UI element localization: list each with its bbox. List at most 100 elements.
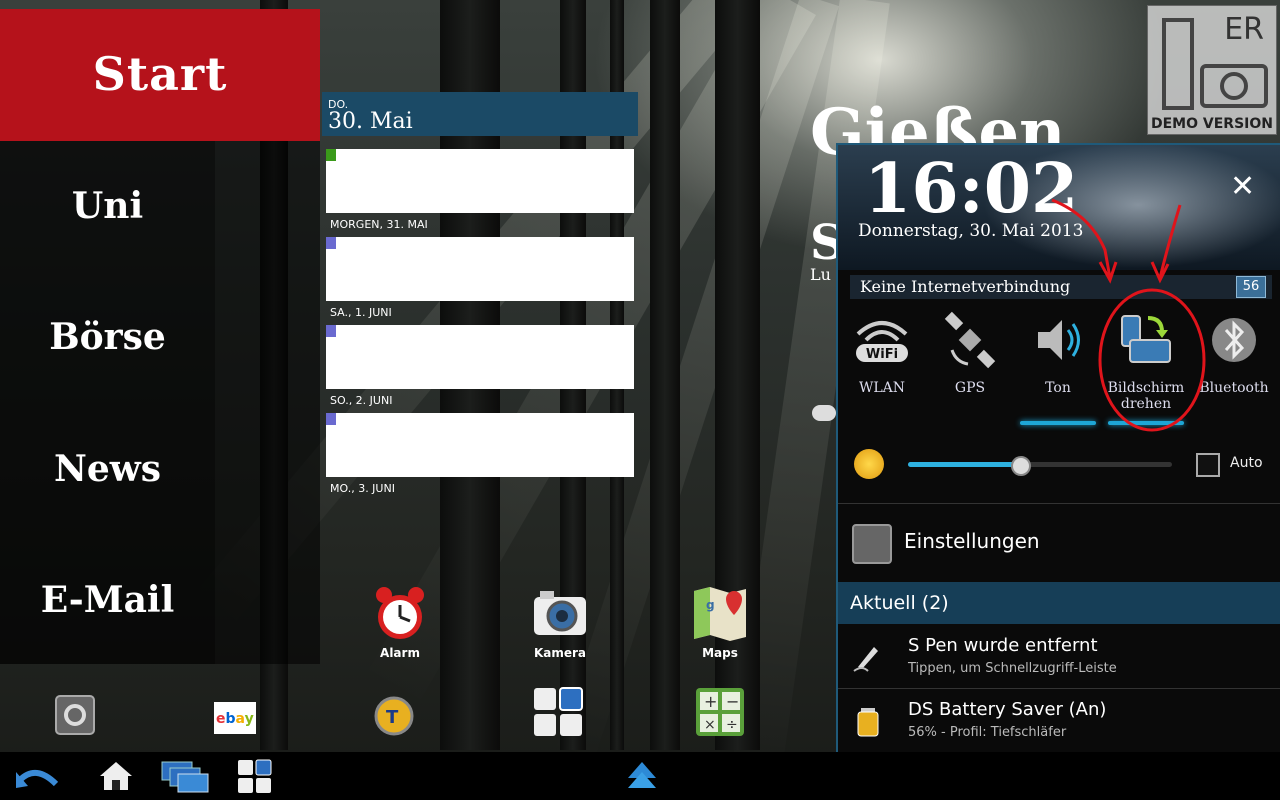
dock-settings-t[interactable]: T bbox=[370, 690, 422, 738]
calendar-header[interactable]: DO. 30. Mai bbox=[322, 92, 638, 136]
back-icon bbox=[16, 770, 59, 788]
calendar-color-marker bbox=[326, 237, 336, 249]
network-status-bar: Keine Internetverbindung 56 bbox=[850, 275, 1272, 299]
settings-row[interactable]: Einstellungen bbox=[838, 505, 1280, 579]
widget-grid-icon bbox=[534, 687, 583, 736]
system-nav-bar bbox=[0, 752, 1280, 800]
svg-text:+: + bbox=[704, 692, 717, 711]
toggle-active-indicator bbox=[1020, 421, 1096, 425]
weather-partial-text: Lu bbox=[810, 265, 831, 284]
notification-title: S Pen wurde entfernt bbox=[908, 635, 1098, 656]
svg-text:÷: ÷ bbox=[726, 717, 738, 733]
calendar-day-label: MORGEN, 31. MAI bbox=[330, 218, 428, 231]
toggle-label: Ton bbox=[1045, 380, 1071, 396]
recent-apps-button[interactable] bbox=[160, 758, 214, 794]
dock-calculator[interactable]: + − × ÷ bbox=[694, 686, 746, 736]
close-icon[interactable]: ✕ bbox=[1230, 169, 1255, 204]
calendar-color-marker bbox=[326, 413, 336, 425]
back-button[interactable] bbox=[14, 758, 59, 794]
brightness-slider[interactable] bbox=[908, 456, 1172, 476]
menu-item-email[interactable]: E-Mail bbox=[0, 579, 215, 621]
app-maps[interactable]: g Maps bbox=[675, 583, 765, 660]
toggle-bluetooth[interactable]: Bluetooth bbox=[1190, 310, 1278, 425]
toggle-label: Bildschirm drehen bbox=[1107, 380, 1185, 412]
demo-version-badge: ER DEMO VERSION bbox=[1147, 5, 1277, 135]
notification-item[interactable]: S Pen wurde entfernt Tippen, um Schnellz… bbox=[838, 625, 1280, 687]
speaker-icon bbox=[1038, 320, 1080, 360]
panel-date: Donnerstag, 30. Mai 2013 bbox=[858, 221, 1084, 241]
auto-brightness-checkbox[interactable] bbox=[1196, 453, 1220, 477]
calendar-day-label: SO., 2. JUNI bbox=[330, 394, 393, 407]
menu-item-start-label: Start bbox=[92, 47, 228, 101]
svg-text:WiFi: WiFi bbox=[866, 347, 898, 362]
gear-icon bbox=[852, 524, 892, 564]
calendar-event-card[interactable] bbox=[326, 325, 634, 389]
toggle-ton[interactable]: Ton bbox=[1014, 310, 1102, 425]
grid-icon bbox=[238, 759, 272, 793]
alarm-clock-icon bbox=[376, 587, 424, 639]
divider bbox=[838, 503, 1280, 504]
app-alarm[interactable]: Alarm bbox=[355, 583, 445, 660]
recent-apps-icon bbox=[161, 761, 209, 793]
home-button[interactable] bbox=[96, 758, 136, 794]
calendar-color-marker bbox=[326, 149, 336, 161]
dock-ebay[interactable]: ebay bbox=[212, 698, 264, 746]
brightness-slider-knob[interactable] bbox=[1010, 456, 1031, 476]
pen-icon bbox=[853, 647, 878, 672]
settings-folder-icon bbox=[55, 695, 95, 735]
svg-text:ebay: ebay bbox=[216, 711, 254, 727]
svg-text:T: T bbox=[386, 707, 399, 728]
aktuell-header: Aktuell (2) bbox=[838, 582, 1280, 624]
notification-subtitle: 56% - Profil: Tiefschläfer bbox=[908, 725, 1067, 740]
satellite-icon bbox=[944, 311, 996, 369]
notification-item[interactable]: DS Battery Saver (An) 56% - Profil: Tief… bbox=[838, 689, 1280, 751]
app-label: Maps bbox=[702, 646, 738, 660]
svg-text:g: g bbox=[706, 598, 715, 612]
menu-item-start[interactable]: Start bbox=[0, 9, 320, 141]
aktuell-title: Aktuell (2) bbox=[850, 592, 949, 614]
grid-button[interactable] bbox=[234, 758, 274, 794]
app-kamera[interactable]: Kamera bbox=[515, 583, 605, 660]
notification-title: DS Battery Saver (An) bbox=[908, 699, 1107, 720]
notification-panel: 16:02 Donnerstag, 30. Mai 2013 ✕ Keine I… bbox=[836, 143, 1280, 753]
calendar-event-card[interactable] bbox=[326, 149, 634, 213]
demo-version-label: DEMO VERSION bbox=[1151, 116, 1273, 132]
toggle-active-indicator bbox=[1108, 421, 1184, 425]
weather-cloud-icon bbox=[812, 405, 836, 421]
auto-brightness-label: Auto bbox=[1230, 455, 1263, 471]
screen-rotate-icon bbox=[1121, 315, 1171, 363]
demo-camera-icon bbox=[1162, 18, 1268, 110]
home-icon bbox=[100, 762, 132, 790]
calendar-day-label: SA., 1. JUNI bbox=[330, 306, 392, 319]
ebay-icon: ebay bbox=[214, 702, 256, 734]
calendar-event-card[interactable] bbox=[326, 413, 634, 477]
app-label: Alarm bbox=[380, 646, 420, 660]
dock-widget-grid[interactable] bbox=[532, 686, 584, 736]
bluetooth-icon bbox=[1212, 318, 1256, 362]
dock-settings-folder[interactable] bbox=[50, 690, 102, 738]
notification-subtitle: Tippen, um Schnellzugriff-Leiste bbox=[908, 661, 1117, 676]
brightness-control: Auto bbox=[850, 445, 1270, 489]
up-arrow-icon bbox=[628, 762, 656, 788]
battery-icon bbox=[857, 708, 879, 737]
calendar-event-card[interactable] bbox=[326, 237, 634, 301]
toggle-gps[interactable]: GPS bbox=[926, 310, 1014, 425]
menu-item-news[interactable]: News bbox=[0, 448, 215, 490]
network-badge: 56 bbox=[1236, 276, 1266, 298]
maps-icon: g bbox=[694, 587, 746, 641]
settings-label: Einstellungen bbox=[904, 529, 1040, 553]
app-label: Kamera bbox=[533, 646, 587, 660]
toggle-wlan[interactable]: WiFi WLAN bbox=[838, 310, 926, 425]
panel-clock: 16:02 bbox=[864, 149, 1079, 229]
calculator-icon: + − × ÷ bbox=[696, 688, 744, 736]
network-status-text: Keine Internetverbindung bbox=[860, 277, 1071, 296]
settings-t-icon: T bbox=[374, 696, 414, 736]
toggle-screen-rotation[interactable]: Bildschirm drehen bbox=[1102, 310, 1190, 425]
brightness-slider-fill bbox=[908, 462, 1019, 467]
expand-button[interactable] bbox=[622, 758, 662, 794]
sun-icon bbox=[854, 449, 884, 479]
menu-item-boerse[interactable]: Börse bbox=[0, 316, 215, 358]
calendar-color-marker bbox=[326, 325, 336, 337]
calendar-date: 30. Mai bbox=[328, 109, 413, 134]
menu-item-uni[interactable]: Uni bbox=[0, 185, 215, 227]
